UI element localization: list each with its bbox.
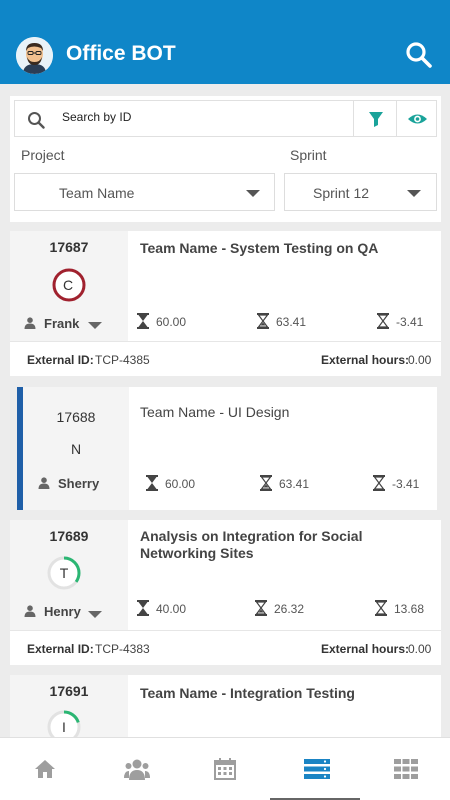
nav-home[interactable] [0, 738, 90, 800]
remaining-hours: -3.41 [376, 313, 423, 329]
search-icon [27, 111, 45, 129]
remaining-hours: -3.41 [372, 475, 419, 491]
task-id: 17691 [49, 683, 89, 699]
task-id: 17687 [49, 239, 89, 255]
task-id: 17688 [56, 409, 96, 425]
task-title: Team Name - Integration Testing [140, 685, 355, 701]
nav-apps[interactable] [360, 738, 450, 800]
hourglass-icon [377, 313, 389, 329]
chevron-down-icon[interactable] [88, 322, 102, 329]
apps-icon [394, 759, 418, 779]
hourglass-icon [146, 475, 158, 491]
hourglass-icon [257, 313, 269, 329]
assignee[interactable]: Frank [24, 316, 79, 331]
task-title: Team Name - System Testing on QA [140, 240, 379, 256]
hourglass-icon [137, 313, 149, 329]
chevron-down-icon [246, 190, 260, 197]
external-info: External ID: TCP-4383 External hours: 0.… [10, 630, 441, 665]
person-icon [24, 317, 36, 329]
person-icon [38, 477, 50, 489]
project-value: Team Name [59, 185, 135, 201]
external-id-value: TCP-4385 [95, 353, 150, 367]
assignee-initial: C [62, 277, 74, 293]
task-card[interactable]: 17691 I Team Name - Integration Testing [10, 675, 441, 737]
task-id: 17689 [49, 528, 89, 544]
external-id-label: External ID: [27, 353, 94, 367]
sprint-select[interactable]: Sprint 12 [284, 173, 437, 211]
external-hours-value: 0.00 [408, 642, 432, 656]
search-box[interactable]: Search by ID [14, 100, 437, 137]
assignee[interactable]: Sherry [38, 476, 99, 491]
person-icon [24, 605, 36, 617]
search-icon[interactable] [404, 40, 434, 70]
assignee-initial: N [70, 441, 82, 457]
eye-icon [408, 114, 427, 124]
sprint-label: Sprint [290, 147, 327, 163]
project-label: Project [21, 147, 65, 163]
external-id-value: TCP-4383 [95, 642, 150, 656]
hourglass-icon [255, 600, 267, 616]
estimated-hours: 60.00 [145, 475, 195, 491]
assignee-initial: T [59, 565, 69, 581]
estimated-hours: 60.00 [136, 313, 186, 329]
assignee-initial: I [62, 719, 66, 735]
search-input[interactable]: Search by ID [62, 110, 131, 124]
task-title: Team Name - UI Design [140, 404, 290, 420]
avatar[interactable] [16, 37, 53, 74]
assignee-name: Sherry [58, 476, 100, 491]
external-info: External ID: TCP-4385 External hours: 0.… [10, 341, 441, 376]
spent-hours: 63.41 [256, 313, 306, 329]
home-icon [35, 760, 55, 778]
nav-team[interactable] [90, 738, 180, 800]
assignee[interactable]: Henry [24, 604, 81, 619]
bottom-nav [0, 737, 450, 800]
calendar-icon [214, 758, 236, 780]
external-id-label: External ID: [27, 642, 94, 656]
team-icon [124, 759, 150, 780]
external-hours-value: 0.00 [408, 353, 432, 367]
assignee-name: Henry [44, 604, 81, 619]
project-select[interactable]: Team Name [14, 173, 275, 211]
hourglass-icon [137, 600, 149, 616]
task-card-selected[interactable]: 17688 N Sherry Team Name - UI Design 60.… [17, 387, 437, 510]
nav-calendar[interactable] [180, 738, 270, 800]
hourglass-icon [373, 475, 385, 491]
app-bar: Office BOT [0, 0, 450, 84]
view-button[interactable] [396, 101, 437, 136]
app-title: Office BOT [66, 42, 176, 65]
spent-hours: 63.41 [259, 475, 309, 491]
remaining-hours: 13.68 [374, 600, 424, 616]
tasks-icon [304, 759, 330, 779]
hourglass-icon [260, 475, 272, 491]
filter-icon [369, 112, 383, 127]
filter-panel: Search by ID Project Team Name Sprint Sp… [10, 96, 441, 222]
task-title: Analysis on Integration for Social Netwo… [140, 528, 363, 561]
task-card[interactable]: 17687 C Frank Team Name - System Testing… [10, 231, 441, 376]
spent-hours: 26.32 [254, 600, 304, 616]
nav-tasks[interactable] [270, 738, 360, 800]
external-hours-label: External hours: [321, 353, 410, 367]
external-hours-label: External hours: [321, 642, 410, 656]
chevron-down-icon [407, 190, 421, 197]
filter-button[interactable] [353, 101, 396, 136]
hourglass-icon [375, 600, 387, 616]
assignee-name: Frank [44, 316, 80, 331]
chevron-down-icon[interactable] [88, 611, 102, 618]
sprint-value: Sprint 12 [313, 185, 370, 201]
task-card[interactable]: 17689 T Henry Analysis on Integration fo… [10, 520, 441, 665]
estimated-hours: 40.00 [136, 600, 186, 616]
